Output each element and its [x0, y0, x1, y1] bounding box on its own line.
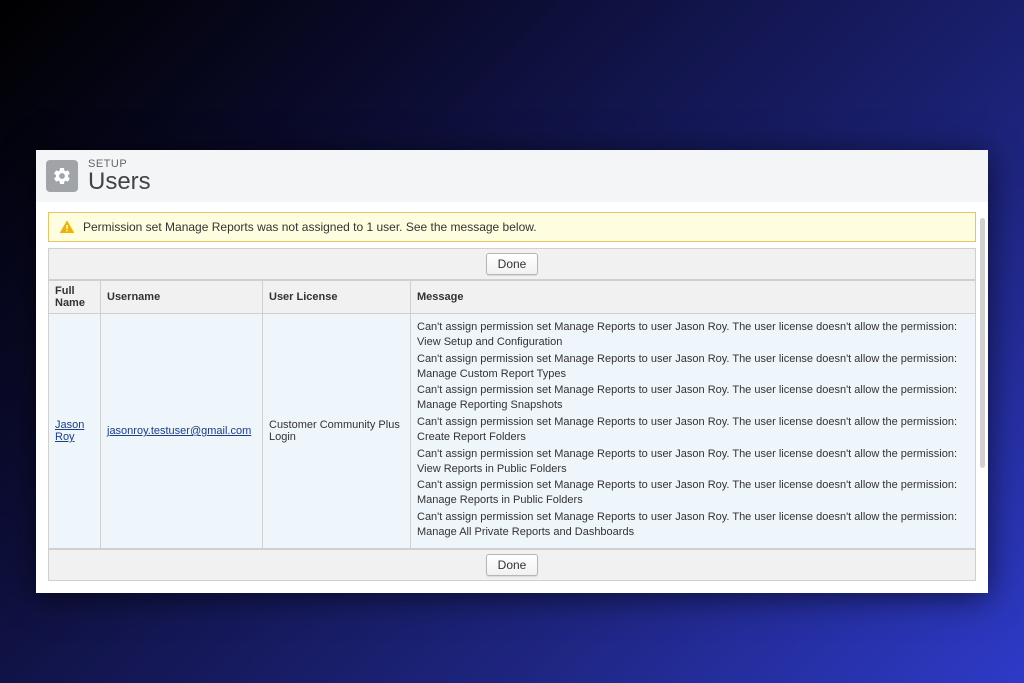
message-line: Can't assign permission set Manage Repor… — [417, 510, 969, 540]
fullname-link[interactable]: Jason Roy — [55, 419, 84, 443]
message-line: Can't assign permission set Manage Repor… — [417, 447, 969, 477]
table-row: Jason Roy jasonroy.testuser@gmail.com Cu… — [49, 314, 976, 549]
cell-messages: Can't assign permission set Manage Repor… — [411, 314, 976, 549]
action-bar-top: Done — [48, 248, 976, 280]
message-line: Can't assign permission set Manage Repor… — [417, 320, 969, 350]
message-line: Can't assign permission set Manage Repor… — [417, 415, 969, 445]
content-area: Permission set Manage Reports was not as… — [36, 202, 988, 593]
panel-header: SETUP Users — [36, 150, 988, 202]
warning-banner: Permission set Manage Reports was not as… — [48, 212, 976, 242]
col-header-fullname: Full Name — [49, 281, 101, 314]
header-text: SETUP Users — [88, 158, 151, 194]
done-button[interactable]: Done — [486, 253, 539, 275]
done-button-bottom[interactable]: Done — [486, 554, 539, 576]
gear-icon — [46, 160, 78, 192]
username-link[interactable]: jasonroy.testuser@gmail.com — [107, 425, 251, 437]
message-line: Can't assign permission set Manage Repor… — [417, 383, 969, 413]
table-header-row: Full Name Username User License Message — [49, 281, 976, 314]
message-line: Can't assign permission set Manage Repor… — [417, 352, 969, 382]
setup-users-panel: SETUP Users Permission set Manage Report… — [36, 150, 988, 593]
cell-username: jasonroy.testuser@gmail.com — [101, 314, 263, 549]
col-header-license: User License — [263, 281, 411, 314]
cell-fullname: Jason Roy — [49, 314, 101, 549]
action-bar-bottom: Done — [48, 549, 976, 581]
scrollbar[interactable] — [980, 218, 985, 468]
warning-icon — [59, 219, 75, 235]
col-header-username: Username — [101, 281, 263, 314]
col-header-message: Message — [411, 281, 976, 314]
page-title: Users — [88, 170, 151, 194]
results-table: Full Name Username User License Message … — [48, 280, 976, 549]
message-line: Can't assign permission set Manage Repor… — [417, 478, 969, 508]
cell-license: Customer Community Plus Login — [263, 314, 411, 549]
warning-text: Permission set Manage Reports was not as… — [83, 220, 537, 234]
